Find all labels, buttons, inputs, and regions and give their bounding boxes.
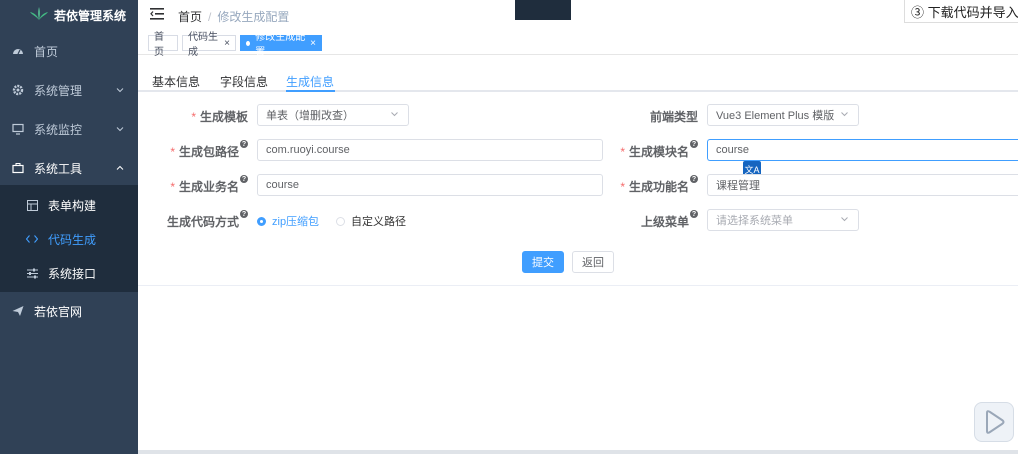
form-icon xyxy=(26,199,38,211)
radio-label: zip压缩包 xyxy=(272,216,320,228)
sidebar-subitem-form-build[interactable]: 表单构建 xyxy=(0,188,138,222)
sidebar-item-home[interactable]: 首页 xyxy=(0,33,138,69)
chevron-down-icon xyxy=(841,112,848,117)
input-value: com.ruoyi.course xyxy=(266,144,350,156)
tag-label: 首页 xyxy=(154,32,164,58)
label-frontend-type: 前端类型 xyxy=(649,110,698,124)
chevron-down-icon xyxy=(391,112,398,117)
label-gen-method: 生成代码方式? xyxy=(166,210,248,229)
select-value: Vue3 Element Plus 模版 xyxy=(716,110,835,122)
logo-icon xyxy=(30,7,48,20)
sidebar-item-label: 系统工具 xyxy=(34,161,83,176)
label-business-name: * 生成业务名? xyxy=(170,175,248,194)
sidebar-item-monitor[interactable]: 系统监控 xyxy=(0,111,138,147)
sidebar-subitem-code-gen[interactable]: 代码生成 xyxy=(0,222,138,256)
tag-label: 代码生成 xyxy=(188,32,218,58)
breadcrumb: 首页 / 修改生成配置 xyxy=(178,8,289,25)
overlay-thumbnail xyxy=(515,0,571,20)
breadcrumb-separator: / xyxy=(208,10,212,24)
radio-circle xyxy=(257,216,266,226)
sidebar-item-label: 系统接口 xyxy=(48,266,97,281)
code-icon xyxy=(26,233,38,245)
gear-icon xyxy=(12,84,24,96)
label-module-name: * 生成模块名? xyxy=(620,140,698,159)
bottom-scrollbar xyxy=(138,450,1018,454)
breadcrumb-current: 修改生成配置 xyxy=(217,10,290,24)
tab-basic-info[interactable]: 基本信息 xyxy=(152,73,200,90)
tag-home[interactable]: 首页 xyxy=(148,32,178,58)
function-name-input[interactable]: 课程管理 xyxy=(707,174,1018,196)
select-parent-menu[interactable]: 请选择系统菜单 xyxy=(707,209,859,231)
close-icon[interactable]: × xyxy=(310,38,316,49)
back-button[interactable]: 返回 xyxy=(572,251,614,273)
select-value: 单表（增删改查） xyxy=(266,110,354,122)
navbar: 首页 / 修改生成配置 ③ 下载代码并导入 xyxy=(138,0,1018,30)
radio-label: 自定义路径 xyxy=(351,216,406,228)
radio-zip[interactable]: zip压缩包 xyxy=(257,213,319,229)
package-path-input[interactable]: com.ruoyi.course xyxy=(257,139,603,161)
sidebar-item-system[interactable]: 系统管理 xyxy=(0,72,138,108)
logo: 若依管理系统 xyxy=(0,0,138,30)
chevron-down-icon xyxy=(841,217,848,222)
chevron-down-icon xyxy=(116,88,124,93)
play-icon xyxy=(986,410,1005,434)
input-value: course xyxy=(716,144,750,156)
radio-custom-path[interactable]: 自定义路径 xyxy=(336,213,406,229)
sidebar-item-website[interactable]: 若依官网 xyxy=(0,293,138,329)
select-frontend-type[interactable]: Vue3 Element Plus 模版 xyxy=(707,104,859,126)
breadcrumb-home[interactable]: 首页 xyxy=(178,10,202,24)
help-icon[interactable]: ? xyxy=(690,175,698,183)
send-icon xyxy=(12,305,24,317)
sidebar-item-tools[interactable]: 系统工具 xyxy=(0,150,138,186)
sidebar-item-label: 首页 xyxy=(34,44,59,59)
toolbox-icon xyxy=(12,162,24,174)
help-icon[interactable]: ? xyxy=(690,140,698,148)
step-text: ③ 下载代码并导入 xyxy=(911,4,1018,20)
label-gen-template: * 生成模板 xyxy=(191,110,248,124)
tag-edit-config[interactable]: 修改生成配置 × xyxy=(240,32,322,58)
help-icon[interactable]: ? xyxy=(240,175,248,183)
chevron-up-icon xyxy=(116,165,124,170)
close-icon[interactable]: × xyxy=(224,38,230,49)
sidebar-item-label: 系统监控 xyxy=(34,122,83,137)
help-icon[interactable]: ? xyxy=(690,210,698,218)
hamburger-icon[interactable] xyxy=(150,8,164,20)
label-function-name: * 生成功能名? xyxy=(620,175,698,194)
video-player-icon[interactable] xyxy=(974,402,1014,442)
sidebar-subitem-api[interactable]: 系统接口 xyxy=(0,256,138,290)
radio-circle xyxy=(336,216,345,226)
sidebar-item-label: 系统管理 xyxy=(34,83,83,98)
tag-label: 修改生成配置 xyxy=(255,32,306,58)
label-package-path: * 生成包路径? xyxy=(170,140,248,159)
sliders-icon xyxy=(26,267,38,279)
submit-button[interactable]: 提交 xyxy=(522,251,564,273)
sidebar-item-label: 表单构建 xyxy=(48,198,97,213)
chevron-down-icon xyxy=(116,127,124,132)
sidebar-item-label: 若依官网 xyxy=(34,304,83,319)
dashboard-icon xyxy=(12,45,24,57)
monitor-icon xyxy=(12,123,24,135)
input-value: course xyxy=(266,179,300,191)
label-parent-menu: 上级菜单? xyxy=(640,210,698,229)
tab-active-bar xyxy=(286,90,335,92)
sidebar-item-label: 代码生成 xyxy=(48,232,97,247)
tab-field-info[interactable]: 字段信息 xyxy=(220,73,268,90)
tag-code-gen[interactable]: 代码生成 × xyxy=(182,32,236,58)
help-icon[interactable]: ? xyxy=(240,210,248,218)
sidebar: 若依管理系统 首页 系统管理 系统监控 系统工具 表单构建 代码生成 系统接口 … xyxy=(0,0,138,454)
help-icon[interactable]: ? xyxy=(240,140,248,148)
select-gen-template[interactable]: 单表（增删改查） xyxy=(257,104,409,126)
module-name-input[interactable]: course xyxy=(707,139,1018,161)
tab-gen-info[interactable]: 生成信息 xyxy=(286,73,334,90)
tabs: 基本信息 字段信息 生成信息 xyxy=(138,64,1018,92)
app-title: 若依管理系统 xyxy=(54,8,127,23)
business-name-input[interactable]: course xyxy=(257,174,603,196)
select-placeholder: 请选择系统菜单 xyxy=(716,215,793,227)
input-value: 课程管理 xyxy=(716,180,760,192)
active-dot xyxy=(246,40,251,46)
tags-view: 首页 代码生成 × 修改生成配置 × xyxy=(138,32,1018,58)
step-caption: ③ 下载代码并导入 xyxy=(904,0,1018,23)
card-divider xyxy=(138,285,1018,286)
